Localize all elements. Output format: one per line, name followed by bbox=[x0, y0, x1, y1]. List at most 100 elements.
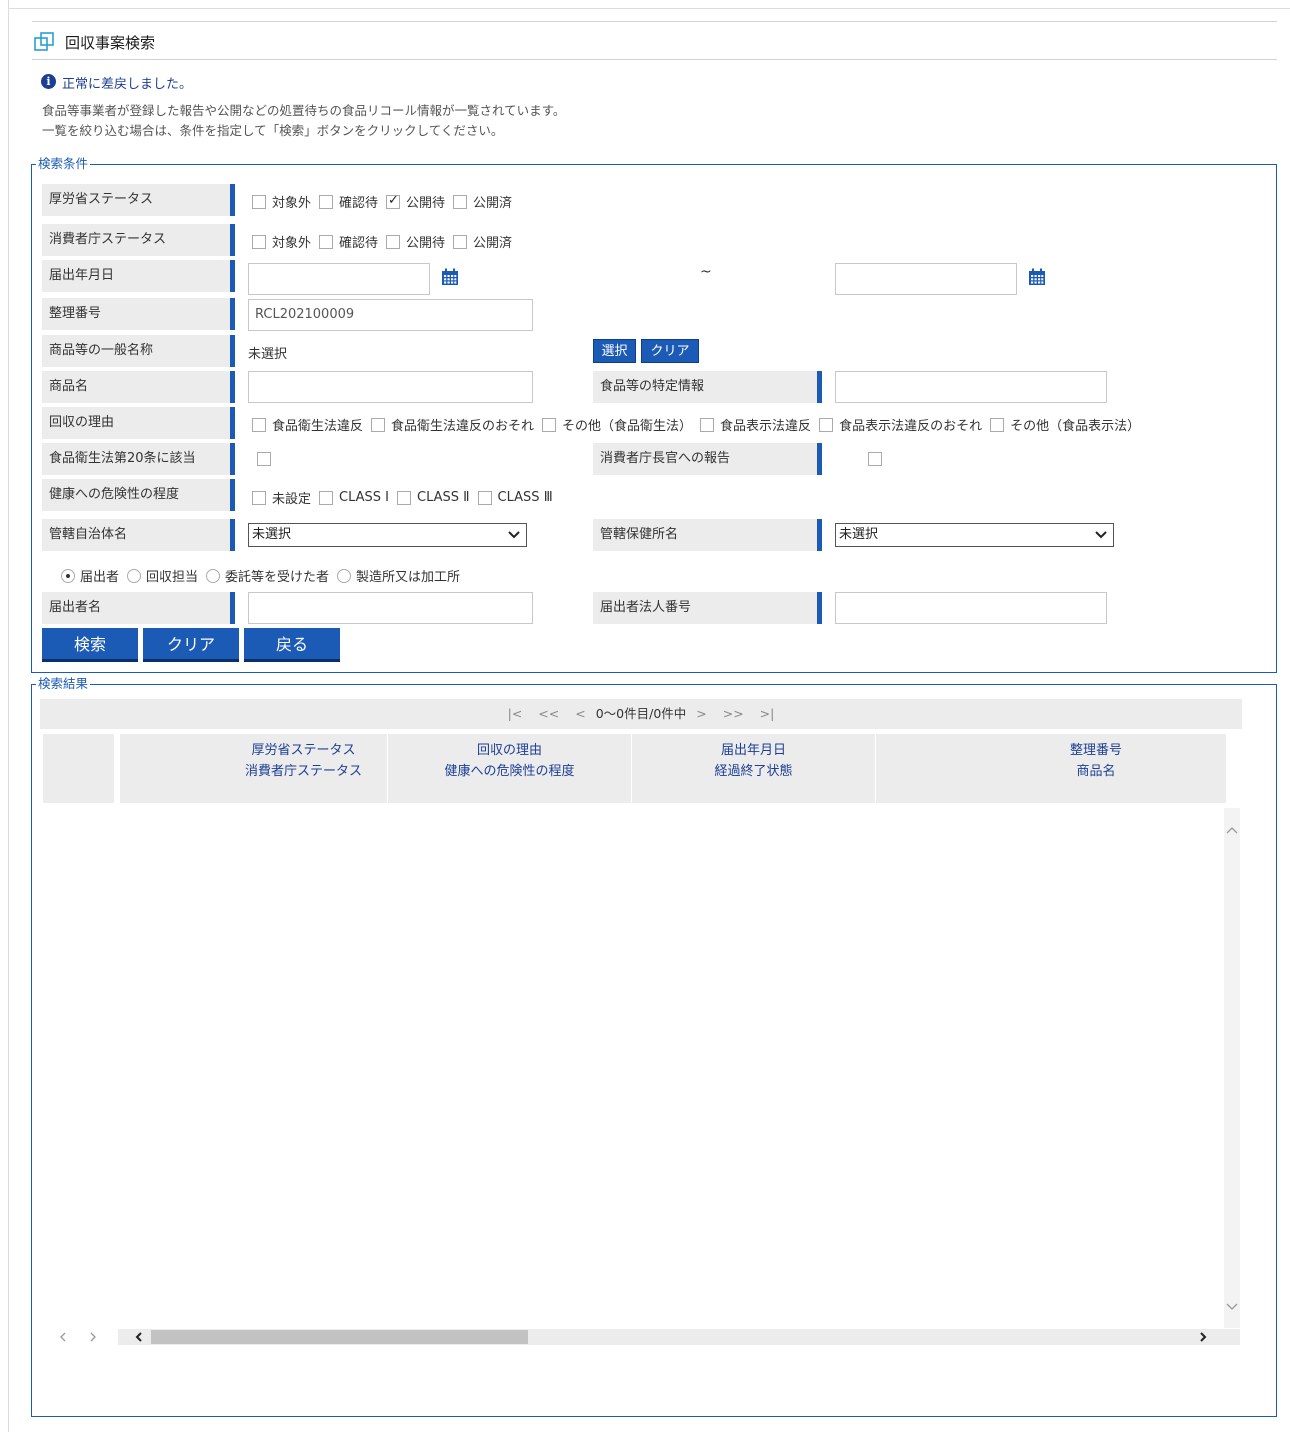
recall-reason-option[interactable]: 食品衛生法違反 bbox=[252, 415, 363, 434]
back-button[interactable]: 戻る bbox=[244, 628, 340, 662]
table-header-date[interactable]: 届出年月日 経過終了状態 bbox=[632, 734, 875, 803]
title-top-divider bbox=[32, 21, 1277, 22]
checkbox[interactable] bbox=[319, 194, 334, 209]
radio-checked[interactable] bbox=[61, 568, 75, 583]
pager-next-page[interactable]: >> bbox=[723, 706, 744, 721]
pager-first[interactable]: |< bbox=[508, 706, 523, 721]
description-line-1: 食品等事業者が登録した報告や公開などの処置待ちの食品リコール情報が一覧されていま… bbox=[42, 103, 566, 118]
pager-next[interactable]: > bbox=[696, 706, 706, 721]
radio[interactable] bbox=[206, 568, 221, 583]
party-type-radio-group: 届出者 回収担当 委託等を受けた者 製造所又は加工所 bbox=[61, 566, 468, 585]
filing-date-to-input[interactable] bbox=[835, 263, 1017, 295]
select-general-name-button[interactable]: 選択 bbox=[593, 339, 636, 363]
table-header-status[interactable]: 厚労省ステータス 消費者庁ステータス bbox=[220, 734, 387, 803]
clear-button[interactable]: クリア bbox=[143, 628, 239, 662]
product-name-input[interactable] bbox=[248, 371, 533, 403]
checkbox[interactable] bbox=[252, 194, 266, 209]
chevron-down-icon[interactable] bbox=[1224, 1299, 1240, 1315]
health-center-select[interactable]: 未選択 bbox=[835, 523, 1114, 547]
recall-reason-option[interactable]: 食品衛生法違反のおそれ bbox=[371, 415, 534, 434]
party-type-option[interactable]: 委託等を受けた者 bbox=[206, 566, 329, 585]
caa-status-option[interactable]: 確認待 bbox=[319, 232, 378, 251]
search-button[interactable]: 検索 bbox=[42, 628, 138, 662]
table-header-reason[interactable]: 回収の理由 健康への危険性の程度 bbox=[388, 734, 631, 803]
chevron-left-icon[interactable] bbox=[132, 1329, 146, 1345]
checkbox[interactable] bbox=[371, 417, 386, 432]
filer-name-label: 届出者名 bbox=[42, 592, 230, 624]
caa-status-option[interactable]: 公開待 bbox=[386, 232, 445, 251]
label-accent-bar bbox=[817, 519, 822, 551]
checkbox[interactable] bbox=[397, 490, 411, 505]
reference-number-input[interactable]: RCL202100009 bbox=[248, 299, 533, 331]
pager: |< << < 0～0件目/0件中 > >> >| bbox=[40, 699, 1242, 729]
checkbox[interactable] bbox=[990, 417, 1005, 432]
party-type-option[interactable]: 届出者 bbox=[61, 566, 119, 585]
checkbox[interactable] bbox=[542, 417, 557, 432]
radio[interactable] bbox=[127, 568, 142, 583]
calendar-icon[interactable] bbox=[1028, 268, 1046, 286]
health-risk-option[interactable]: CLASS Ⅰ bbox=[319, 490, 389, 505]
caa-status-option[interactable]: 公開済 bbox=[453, 232, 512, 251]
recall-reason-option[interactable]: その他（食品表示法） bbox=[990, 415, 1140, 434]
radio[interactable] bbox=[337, 568, 352, 583]
article20-checkbox[interactable] bbox=[257, 452, 271, 466]
label-accent-bar bbox=[230, 592, 235, 624]
corp-number-input[interactable] bbox=[835, 592, 1107, 624]
filer-name-input[interactable] bbox=[248, 592, 533, 624]
calendar-icon[interactable] bbox=[441, 268, 459, 286]
description-line-2: 一覧を絞り込む場合は、条件を指定して「検索」ボタンをクリックしてください。 bbox=[42, 123, 504, 138]
mhlw-status-option[interactable]: 公開済 bbox=[453, 192, 512, 211]
checkbox[interactable] bbox=[453, 194, 468, 209]
table-header-number[interactable]: 整理番号 商品名 bbox=[876, 734, 1226, 803]
health-risk-option[interactable]: 未設定 bbox=[252, 488, 311, 507]
mhlw-status-label: 厚労省ステータス bbox=[42, 184, 230, 216]
label-accent-bar bbox=[817, 443, 822, 475]
label-accent-bar bbox=[230, 224, 235, 256]
checkbox[interactable] bbox=[819, 417, 834, 432]
label-accent-bar bbox=[230, 184, 235, 216]
municipality-select[interactable]: 未選択 bbox=[248, 523, 527, 547]
search-results-legend: 検索結果 bbox=[36, 676, 91, 691]
chevron-right-icon[interactable] bbox=[1196, 1329, 1210, 1345]
checkbox[interactable] bbox=[386, 234, 401, 249]
checkbox[interactable] bbox=[319, 490, 334, 505]
health-risk-option[interactable]: CLASS Ⅲ bbox=[477, 490, 553, 505]
health-risk-option[interactable]: CLASS Ⅱ bbox=[397, 490, 470, 505]
pager-prev-page[interactable]: << bbox=[538, 706, 559, 721]
chevron-down-icon bbox=[508, 531, 520, 539]
pager-last[interactable]: >| bbox=[760, 706, 775, 721]
party-type-option[interactable]: 回収担当 bbox=[127, 566, 198, 585]
checkbox[interactable] bbox=[477, 490, 492, 505]
checkbox[interactable] bbox=[453, 234, 468, 249]
pager-prev[interactable]: < bbox=[575, 706, 585, 721]
horizontal-scrollbar[interactable] bbox=[118, 1329, 1240, 1345]
filing-date-from-input[interactable] bbox=[248, 263, 430, 295]
recall-reason-option[interactable]: 食品表示法違反のおそれ bbox=[819, 415, 982, 434]
chevron-left-icon[interactable] bbox=[56, 1330, 70, 1344]
label-accent-bar bbox=[230, 371, 235, 403]
checkbox[interactable] bbox=[252, 490, 266, 505]
mhlw-status-option[interactable]: 確認待 bbox=[319, 192, 378, 211]
scrollbar-thumb[interactable] bbox=[151, 1330, 528, 1344]
vertical-scrollbar[interactable] bbox=[1224, 808, 1240, 1328]
checkbox[interactable] bbox=[700, 417, 715, 432]
chevron-up-icon[interactable] bbox=[1224, 822, 1240, 838]
info-message: 正常に差戻しました。 bbox=[62, 77, 193, 92]
caa-status-option[interactable]: 対象外 bbox=[252, 232, 311, 251]
recall-reason-option[interactable]: その他（食品衛生法） bbox=[542, 415, 692, 434]
caa-status-options: 対象外 確認待 公開待 公開済 bbox=[252, 232, 520, 251]
specific-info-input[interactable] bbox=[835, 371, 1107, 403]
checkbox[interactable] bbox=[252, 417, 266, 432]
party-type-option[interactable]: 製造所又は加工所 bbox=[337, 566, 460, 585]
chevron-right-icon[interactable] bbox=[86, 1330, 100, 1344]
checkbox[interactable] bbox=[319, 234, 334, 249]
recall-reason-option[interactable]: 食品表示法違反 bbox=[700, 415, 811, 434]
checkbox-checked[interactable] bbox=[386, 193, 401, 209]
checkbox[interactable] bbox=[252, 234, 266, 249]
mhlw-status-option[interactable]: 対象外 bbox=[252, 192, 311, 211]
health-risk-label: 健康への危険性の程度 bbox=[42, 479, 230, 511]
clear-general-name-button[interactable]: クリア bbox=[641, 339, 699, 363]
commissioner-report-checkbox[interactable] bbox=[868, 452, 883, 466]
specific-info-label: 食品等の特定情報 bbox=[593, 371, 817, 403]
mhlw-status-option[interactable]: 公開待 bbox=[386, 192, 445, 211]
